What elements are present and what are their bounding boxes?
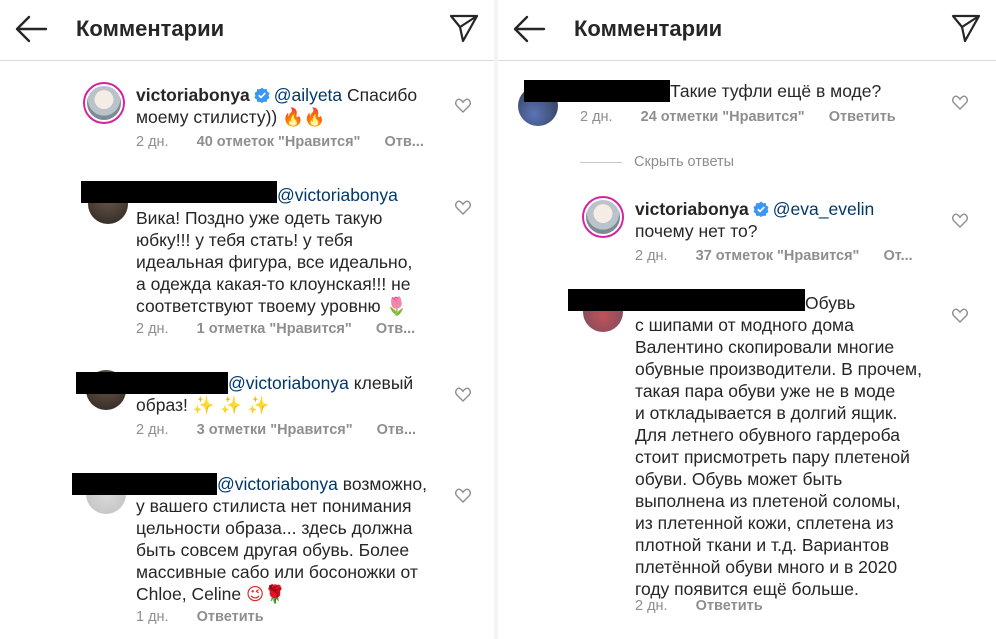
comment-text: Валентино скопировали многие bbox=[635, 337, 895, 357]
comment-username[interactable]: victoriabonya bbox=[635, 199, 749, 219]
comment-text: выполнена из плетеной соломы, bbox=[635, 491, 901, 511]
likes-count[interactable]: 37 отметок "Нравится" bbox=[696, 248, 860, 264]
reply-button[interactable]: Ответить bbox=[696, 598, 763, 614]
comment-text: такая пара обуви уже не в моде bbox=[635, 381, 896, 401]
comment-text: клевый bbox=[353, 373, 414, 393]
wink-rose-emoji: 😉🌹 bbox=[245, 585, 286, 605]
verified-badge-icon bbox=[254, 87, 270, 103]
sparkles-emoji: ✨ ✨ ✨ bbox=[192, 396, 270, 416]
page-title: Комментарии bbox=[574, 16, 723, 41]
page-title: Комментарии bbox=[76, 16, 225, 41]
paper-plane-icon[interactable] bbox=[950, 12, 982, 44]
comment-text: из плетенной кожи, сплетена из bbox=[635, 513, 894, 533]
arrow-left-icon[interactable] bbox=[512, 14, 546, 44]
avatar[interactable] bbox=[83, 82, 125, 124]
comment-text: плотной ткани и т.д. Вариантов bbox=[635, 535, 890, 555]
redacted-username bbox=[524, 80, 670, 102]
comment-text: обувные производители. В прочем, bbox=[635, 359, 922, 379]
comment-item: @victoriabonya клевый образ! ✨ ✨ ✨ 2 дн.… bbox=[0, 370, 494, 445]
comment-text: и откладывается в долгий ящик. bbox=[635, 403, 898, 423]
reply-button[interactable]: Ответить bbox=[829, 109, 896, 125]
reply-button[interactable]: Отв... bbox=[377, 422, 416, 438]
reply-button[interactable]: Отв... bbox=[384, 134, 423, 150]
comment-text: почему нет то? bbox=[635, 221, 758, 241]
comments-header: Комментарии bbox=[0, 0, 494, 61]
comment-mention[interactable]: @victoriabonya bbox=[228, 373, 349, 393]
heart-outline-icon[interactable] bbox=[455, 387, 471, 402]
comment-text: а одежда какая-то клоунская!!! не bbox=[136, 274, 411, 294]
comment-time: 2 дн. bbox=[635, 248, 668, 264]
fire-emoji: 🔥🔥 bbox=[282, 108, 326, 128]
comment-mention[interactable]: @victoriabonya bbox=[217, 474, 338, 494]
comment-text: плетённой обуви много и в 2020 bbox=[635, 557, 898, 577]
comment-item: victoriabonya @eva_evelin почему нет то? … bbox=[498, 192, 996, 272]
heart-outline-icon[interactable] bbox=[952, 308, 968, 323]
comment-text: обуви. Обувь может быть bbox=[635, 469, 843, 489]
reply-button[interactable]: Отв... bbox=[376, 321, 415, 337]
heart-outline-icon[interactable] bbox=[455, 200, 471, 215]
comment-text: году появится ещё больше. bbox=[635, 579, 859, 599]
comment-mention[interactable]: @ailyeta bbox=[274, 85, 342, 105]
reply-button[interactable]: Ответить bbox=[197, 609, 264, 625]
avatar[interactable] bbox=[582, 196, 624, 238]
comment-text: у вашего стилиста нет понимания bbox=[136, 496, 412, 516]
comment-time: 2 дн. bbox=[635, 598, 668, 614]
hide-replies-line bbox=[580, 162, 622, 163]
heart-outline-icon[interactable] bbox=[952, 95, 968, 110]
comment-mention[interactable]: @victoriabonya bbox=[277, 185, 398, 205]
paper-plane-icon[interactable] bbox=[448, 12, 480, 44]
likes-count[interactable]: 3 отметки "Нравится" bbox=[197, 422, 353, 438]
comment-text: Обувь bbox=[805, 293, 856, 313]
comment-text: возможно, bbox=[342, 474, 427, 494]
comment-text: цельности образа... здесь должна bbox=[136, 518, 413, 538]
comment-text: юбку!!! у тебя стать! у тебя bbox=[136, 230, 353, 250]
reply-button[interactable]: От... bbox=[883, 248, 912, 264]
comment-text: моему стилисту)) bbox=[136, 107, 278, 127]
redacted-username bbox=[81, 181, 277, 203]
comment-mention[interactable]: @eva_evelin bbox=[773, 199, 874, 219]
comment-item: Обувь с шипами от модного дома Валентино… bbox=[498, 288, 996, 628]
comment-time: 2 дн. bbox=[580, 109, 613, 125]
comment-time: 1 дн. bbox=[136, 609, 169, 625]
comment-username[interactable]: victoriabonya bbox=[136, 85, 250, 105]
comment-text: Chloe, Celine bbox=[136, 584, 242, 604]
hide-replies-button[interactable]: Скрыть ответы bbox=[634, 154, 734, 170]
right-screenshot-panel: Комментарии Такие туфли ещё в моде? 2 дн… bbox=[498, 0, 996, 639]
comment-text: образ! bbox=[136, 395, 188, 415]
comment-item: @victoriabonya Вика! Поздно уже одеть та… bbox=[0, 178, 494, 343]
redacted-username bbox=[72, 473, 217, 495]
likes-count[interactable]: 40 отметок "Нравится" bbox=[197, 134, 361, 150]
likes-count[interactable]: 24 отметки "Нравится" bbox=[641, 109, 805, 125]
comment-text: Такие туфли ещё в моде? bbox=[670, 81, 882, 101]
comment-time: 2 дн. bbox=[136, 321, 169, 337]
comment-text: идеальная фигура, все идеально, bbox=[136, 252, 413, 272]
comment-item: @victoriabonya возможно, у вашего стилис… bbox=[0, 470, 494, 630]
redacted-username bbox=[76, 372, 228, 394]
redacted-username bbox=[568, 289, 805, 311]
likes-count[interactable]: 1 отметка "Нравится" bbox=[197, 321, 352, 337]
comment-text: Вика! Поздно уже одеть такую bbox=[136, 208, 383, 228]
comment-time: 2 дн. bbox=[136, 422, 169, 438]
left-screenshot-panel: Комментарии victoriabonya @ailyeta Спасиб… bbox=[0, 0, 494, 639]
comment-text: Спасибо bbox=[347, 85, 418, 105]
heart-outline-icon[interactable] bbox=[455, 488, 471, 503]
tulip-emoji: 🌷 bbox=[385, 297, 408, 317]
arrow-left-icon[interactable] bbox=[14, 14, 48, 44]
comment-text: стоит присмотреть пару плетеной bbox=[635, 447, 910, 467]
verified-badge-icon bbox=[753, 201, 769, 217]
comment-item: Такие туфли ещё в моде? 2 дн. 24 отметки… bbox=[498, 78, 996, 138]
comment-text: с шипами от модного дома bbox=[635, 315, 854, 335]
comments-header: Комментарии bbox=[498, 0, 996, 61]
comment-text: Для летнего обувного гардероба bbox=[635, 425, 901, 445]
comment-text: массивные сабо или босоножки от bbox=[136, 562, 418, 582]
comment-text: соответствуют твоему уровню bbox=[136, 296, 381, 316]
comment-time: 2 дн. bbox=[136, 134, 169, 150]
heart-outline-icon[interactable] bbox=[952, 213, 968, 228]
heart-outline-icon[interactable] bbox=[455, 98, 471, 113]
comment-text: быть совсем другая обувь. Более bbox=[136, 540, 410, 560]
comment-item: victoriabonya @ailyeta Спасибо моему стил… bbox=[0, 76, 494, 156]
